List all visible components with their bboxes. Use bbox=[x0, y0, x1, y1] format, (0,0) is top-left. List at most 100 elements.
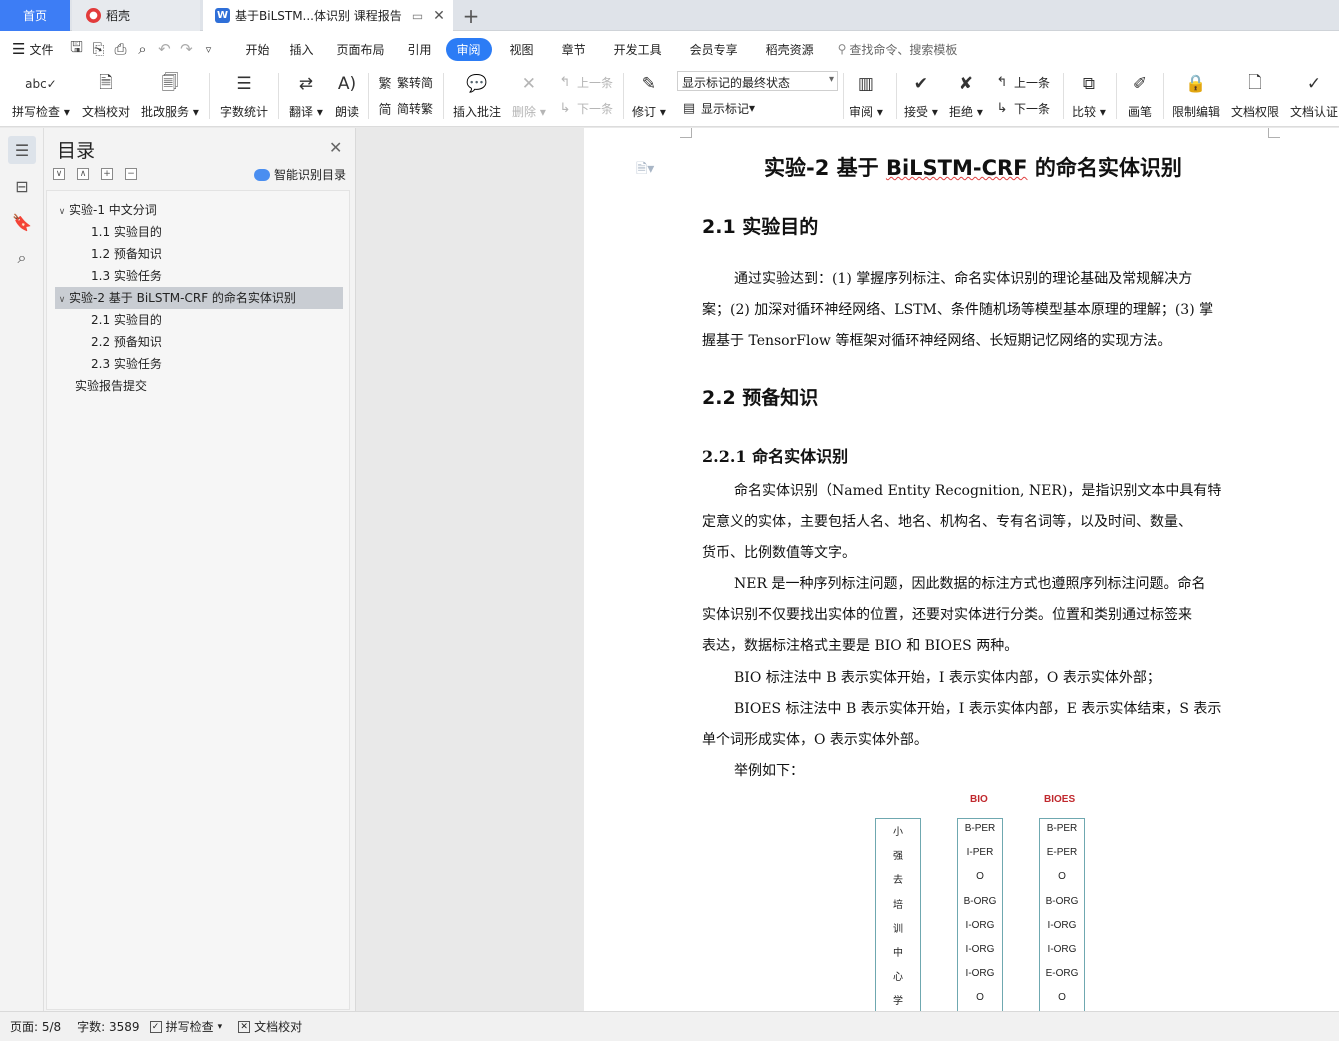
doc-cert-label: 文档认证 bbox=[1290, 105, 1339, 119]
toc-item-selected[interactable]: ∨ 实验-2 基于 BiLSTM-CRF 的命名实体识别 bbox=[55, 287, 343, 309]
fig-bioes-cell: I-ORG bbox=[1047, 919, 1077, 931]
paragraph-options-icon[interactable]: 🗎▾ bbox=[636, 158, 654, 182]
translate-button[interactable]: ⇄ 翻译 ▾ bbox=[289, 71, 323, 123]
next-comment-button[interactable]: ↳ 下一条 bbox=[556, 97, 613, 119]
menu-layout[interactable]: 页面布局 bbox=[324, 41, 398, 58]
toc-item[interactable]: 1.3 实验任务 bbox=[55, 265, 343, 287]
customize-chevron-icon[interactable]: ▿ bbox=[197, 38, 219, 60]
menu-insert[interactable]: 插入 bbox=[279, 41, 323, 58]
toc-panel-icon[interactable]: ☰ bbox=[8, 136, 36, 164]
chevron-down-icon[interactable]: ∨ bbox=[55, 201, 69, 223]
next-change-button[interactable]: ↳ 下一条 bbox=[993, 97, 1050, 119]
compare-button[interactable]: ⧉ 比较 ▾ bbox=[1072, 71, 1106, 123]
redo-icon[interactable]: ↷ bbox=[175, 38, 197, 60]
tab-document[interactable]: W 基于BiLSTM...体识别 课程报告 ▭ ✕ bbox=[203, 0, 453, 31]
toc-pane: 目录 ✕ ∨ ∧ + − 智能识别目录 ∨ 实验-1 中文分词 1.1 实验目的 … bbox=[44, 128, 356, 1011]
menu-daoke-resources[interactable]: 稻壳资源 bbox=[752, 41, 828, 58]
show-markup-button[interactable]: ▤ 显示标记 ▾ bbox=[680, 97, 755, 119]
correction-service-icon: 🗐 bbox=[161, 72, 179, 93]
menu-chapter[interactable]: 章节 bbox=[548, 41, 600, 58]
fig-bioes-column: B-PER E-PER O B-ORG I-ORG I-ORG E-ORG O bbox=[1039, 818, 1085, 1011]
save-icon[interactable]: 🖫 bbox=[65, 38, 87, 60]
file-menu[interactable]: ☰ 文件 bbox=[12, 40, 53, 58]
markup-state-select[interactable]: 显示标记的最终状态 bbox=[677, 71, 838, 91]
accept-icon: ✔ bbox=[913, 74, 929, 94]
reject-button[interactable]: ✘ 拒绝 ▾ bbox=[949, 71, 983, 123]
new-tab-button[interactable]: + bbox=[456, 0, 486, 31]
find-icon[interactable]: ⌕ bbox=[8, 244, 36, 272]
reject-icon: ✘ bbox=[958, 74, 974, 94]
menu-view[interactable]: 视图 bbox=[496, 41, 548, 58]
toc-item[interactable]: 1.1 实验目的 bbox=[55, 221, 343, 243]
accept-button[interactable]: ✔ 接受 ▾ bbox=[904, 71, 938, 123]
bookmark-icon[interactable]: 🔖 bbox=[8, 208, 36, 236]
prev-change-icon: ↰ bbox=[996, 74, 1008, 90]
page-indicator[interactable]: 页面: 5/8 bbox=[10, 1018, 61, 1035]
pin-icon[interactable]: ▭ bbox=[412, 9, 423, 23]
tab-home[interactable]: 首页 bbox=[0, 0, 70, 31]
collapse-all-icon[interactable]: − bbox=[125, 168, 137, 180]
fig-bio-cell: I-ORG bbox=[965, 968, 995, 980]
fig-bio-column: B-PER I-PER O B-ORG I-ORG I-ORG I-ORG O bbox=[957, 818, 1003, 1011]
toc-item[interactable]: 2.3 实验任务 bbox=[55, 353, 343, 375]
menu-member[interactable]: 会员专享 bbox=[676, 41, 752, 58]
doc-proof-button[interactable]: 🗎 文档校对 bbox=[82, 71, 130, 123]
pen-button[interactable]: ✐ 画笔 bbox=[1127, 71, 1153, 123]
print-preview-icon[interactable]: ⌕ bbox=[131, 38, 153, 60]
toc-item[interactable]: ∨ 实验-1 中文分词 bbox=[55, 199, 343, 221]
restrict-editing-button[interactable]: 🔒 限制编辑 bbox=[1172, 71, 1220, 123]
print-icon[interactable]: ⎙ bbox=[109, 38, 131, 60]
fig-char-cell: 去 bbox=[893, 875, 903, 887]
reject-label: 拒绝 bbox=[949, 105, 974, 119]
menu-start[interactable]: 开始 bbox=[235, 41, 279, 58]
close-icon[interactable]: ✕ bbox=[329, 138, 342, 157]
checkbox-icon: ✓ bbox=[149, 1020, 162, 1033]
document-page[interactable]: 🗎▾ 实验-2 基于 BiLSTM-CRF 的命名实体识别 2.1 实验目的 通… bbox=[584, 128, 1339, 1011]
status-doc-proof[interactable]: ✕ 文档校对 bbox=[238, 1018, 302, 1035]
delete-comment-button[interactable]: ✕ 删除 ▾ bbox=[512, 71, 546, 123]
spell-check-button[interactable]: abc✓ 拼写检查 ▾ bbox=[12, 71, 70, 123]
toc-item[interactable]: 1.2 预备知识 bbox=[55, 243, 343, 265]
smart-toc-button[interactable]: 智能识别目录 bbox=[254, 166, 346, 183]
undo-icon[interactable]: ↶ bbox=[153, 38, 175, 60]
chevron-down-icon[interactable]: ∨ bbox=[55, 289, 69, 311]
traditional-to-simplified-button[interactable]: 繁繁转简 bbox=[376, 71, 433, 93]
heading-2-2: 2.2 预备知识 bbox=[702, 387, 819, 409]
menu-references[interactable]: 引用 bbox=[398, 41, 442, 58]
fig-char-cell: 心 bbox=[893, 972, 903, 984]
command-search[interactable]: ⚲ 查找命令、搜索模板 bbox=[828, 41, 968, 58]
toc-item-label: 1.3 实验任务 bbox=[91, 269, 162, 283]
menu-review[interactable]: 审阅 bbox=[445, 37, 492, 61]
prev-comment-button[interactable]: ↰ 上一条 bbox=[556, 71, 613, 93]
export-pdf-icon[interactable]: ⎘ bbox=[87, 38, 109, 60]
divider bbox=[278, 73, 279, 119]
track-changes-button[interactable]: ✎ 修订 ▾ bbox=[632, 71, 666, 123]
s2t-label: 简转繁 bbox=[397, 101, 434, 116]
paragraph-line: BIO 标注法中 B 表示实体开始，I 表示实体内部，O 表示实体外部； bbox=[734, 670, 1161, 686]
tab-daoke[interactable]: ● 稻壳 bbox=[72, 0, 200, 31]
insert-comment-button[interactable]: 💬 插入批注 bbox=[453, 71, 501, 123]
status-spell-check[interactable]: ✓ 拼写检查 ▾ bbox=[149, 1018, 222, 1035]
fig-bio-cell: B-PER bbox=[964, 823, 996, 834]
prev-change-button[interactable]: ↰ 上一条 bbox=[993, 71, 1050, 93]
toc-item-label: 1.1 实验目的 bbox=[91, 225, 162, 239]
expand-all-icon[interactable]: + bbox=[101, 168, 113, 180]
word-count-indicator[interactable]: 字数: 3589 bbox=[77, 1018, 139, 1035]
review-pane-button[interactable]: ▥ 审阅 ▾ bbox=[849, 71, 883, 123]
menu-developer[interactable]: 开发工具 bbox=[600, 41, 676, 58]
chapter-nav-icon[interactable]: ⊟ bbox=[8, 172, 36, 200]
correction-service-button[interactable]: 🗐 批改服务 ▾ bbox=[141, 71, 199, 123]
simplified-to-traditional-button[interactable]: 简简转繁 bbox=[376, 97, 433, 119]
toc-item[interactable]: 2.2 预备知识 bbox=[55, 331, 343, 353]
toc-item[interactable]: 2.1 实验目的 bbox=[55, 309, 343, 331]
read-aloud-button[interactable]: A) 朗读 bbox=[334, 71, 360, 123]
collapse-level-icon[interactable]: ∧ bbox=[77, 168, 89, 180]
doc-rights-button[interactable]: 🗋 文档权限 bbox=[1231, 71, 1279, 123]
word-count-button[interactable]: ☰ 字数统计 bbox=[220, 71, 268, 123]
status-spell-label: 拼写检查 bbox=[165, 1020, 214, 1034]
toc-item[interactable]: 实验报告提交 bbox=[55, 375, 343, 397]
close-tab-icon[interactable]: ✕ bbox=[433, 8, 445, 24]
expand-level-icon[interactable]: ∨ bbox=[53, 168, 65, 180]
doc-cert-button[interactable]: ✓ 文档认证 bbox=[1290, 71, 1338, 123]
word-count-label: 字数统计 bbox=[220, 105, 269, 119]
